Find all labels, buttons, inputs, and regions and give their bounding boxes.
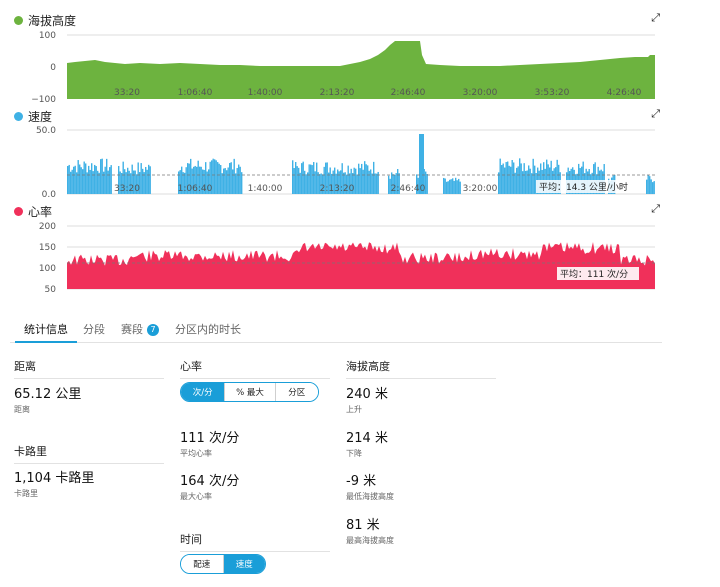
calories-value: 1,104 卡路里	[14, 471, 95, 486]
heartrate-area	[67, 242, 655, 289]
heartrate-ytick: 150	[39, 243, 56, 253]
pace-speed-toggle: 配速 速度	[180, 554, 266, 574]
speed-xtick: 3:20:00	[463, 184, 498, 194]
max-heart-rate-label: 最大心率	[180, 492, 212, 501]
heart-rate-heading: 心率	[180, 358, 330, 379]
speed-toggle-button[interactable]: 速度	[222, 555, 265, 573]
min-elevation-label: 最低海拔高度	[346, 492, 394, 501]
heartrate-plot: 200 150 100 50 平均：111 次/分	[39, 222, 655, 295]
distance-value: 65.12 公里	[14, 387, 82, 402]
elevation-gain-label: 上升	[346, 405, 362, 414]
elevation-ytick: 100	[39, 31, 56, 41]
elevation-xtick: 3:20:00	[463, 88, 498, 98]
tab-segments[interactable]: 赛段 7	[121, 321, 159, 337]
elevation-xtick: 1:06:40	[178, 88, 213, 98]
speed-xtick: 1:40:00	[248, 184, 283, 194]
elevation-xtick: 33:20	[114, 88, 140, 98]
distance-heading: 距离	[14, 358, 164, 379]
speed-xtick: 2:13:20	[320, 184, 355, 194]
tab-zones-label: 分区内的时长	[175, 323, 241, 336]
elevation-xtick: 1:40:00	[248, 88, 283, 98]
speed-avg-label: 平均：14.3 公里/小时	[539, 181, 628, 193]
distance-label: 距离	[14, 405, 30, 414]
segments-count-badge: 7	[147, 324, 159, 336]
speed-xtick: 1:06:40	[178, 184, 213, 194]
speed-xtick: 33:20	[114, 184, 140, 194]
heartrate-ytick: 100	[39, 264, 56, 274]
stats-tabs: 统计信息 分段 赛段 7 分区内的时长	[10, 318, 662, 343]
heartrate-chart: 心率 ⤢ 200 150 100 50 平均：111 次/分	[0, 200, 720, 295]
elevation-loss-label: 下降	[346, 449, 362, 458]
speed-chart: 速度 ⤢ 50.0 0.0 平均：14.3 公里/小时 33:20 1:06:4…	[0, 105, 720, 200]
speed-plot: 50.0 0.0 平均：14.3 公里/小时 33:20 1:06:40 1:4…	[36, 126, 655, 200]
elevation-heading: 海拔高度	[346, 358, 496, 379]
heartrate-ytick: 50	[45, 285, 57, 295]
speed-xtick: 2:46:40	[391, 184, 426, 194]
heartrate-avg-label: 平均：111 次/分	[560, 268, 628, 280]
elevation-xtick: 4:26:40	[607, 88, 642, 98]
zones-toggle-button[interactable]: 分区	[274, 383, 318, 401]
elevation-ytick: −100	[31, 95, 56, 105]
heart-rate-unit-toggle: 次/分 % 最大 分区	[180, 382, 319, 402]
elevation-xtick: 2:46:40	[391, 88, 426, 98]
time-heading: 时间	[180, 531, 330, 552]
avg-heart-rate-label: 平均心率	[180, 449, 212, 458]
elevation-plot: 100 0 −100 33:20 1:06:40 1:40:00 2:13:20…	[31, 31, 655, 105]
elevation-loss-value: 214 米	[346, 431, 388, 446]
elevation-ytick: 0	[50, 63, 56, 73]
heartrate-ytick: 200	[39, 222, 56, 232]
tab-stats-label: 统计信息	[24, 323, 68, 336]
speed-ytick: 0.0	[42, 190, 57, 200]
max-heart-rate-value: 164 次/分	[180, 474, 240, 489]
bpm-toggle-button[interactable]: 次/分	[181, 383, 225, 401]
calories-label: 卡路里	[14, 489, 38, 498]
avg-heart-rate-value: 111 次/分	[180, 431, 240, 446]
tab-segments-label: 赛段	[121, 323, 143, 336]
max-elevation-label: 最高海拔高度	[346, 536, 394, 545]
tab-laps[interactable]: 分段	[83, 321, 105, 337]
percent-max-toggle-button[interactable]: % 最大	[224, 383, 275, 401]
pace-toggle-button[interactable]: 配速	[181, 555, 223, 573]
elevation-xtick: 2:13:20	[320, 88, 355, 98]
tab-time-in-zones[interactable]: 分区内的时长	[175, 321, 241, 337]
elevation-gain-value: 240 米	[346, 387, 388, 402]
calories-heading: 卡路里	[14, 443, 164, 464]
tab-stats[interactable]: 统计信息	[24, 321, 68, 337]
tab-laps-label: 分段	[83, 323, 105, 336]
max-elevation-value: 81 米	[346, 518, 380, 533]
elevation-xtick: 3:53:20	[535, 88, 570, 98]
active-tab-indicator	[15, 341, 77, 343]
min-elevation-value: -9 米	[346, 474, 377, 489]
speed-ytick: 50.0	[36, 126, 56, 136]
